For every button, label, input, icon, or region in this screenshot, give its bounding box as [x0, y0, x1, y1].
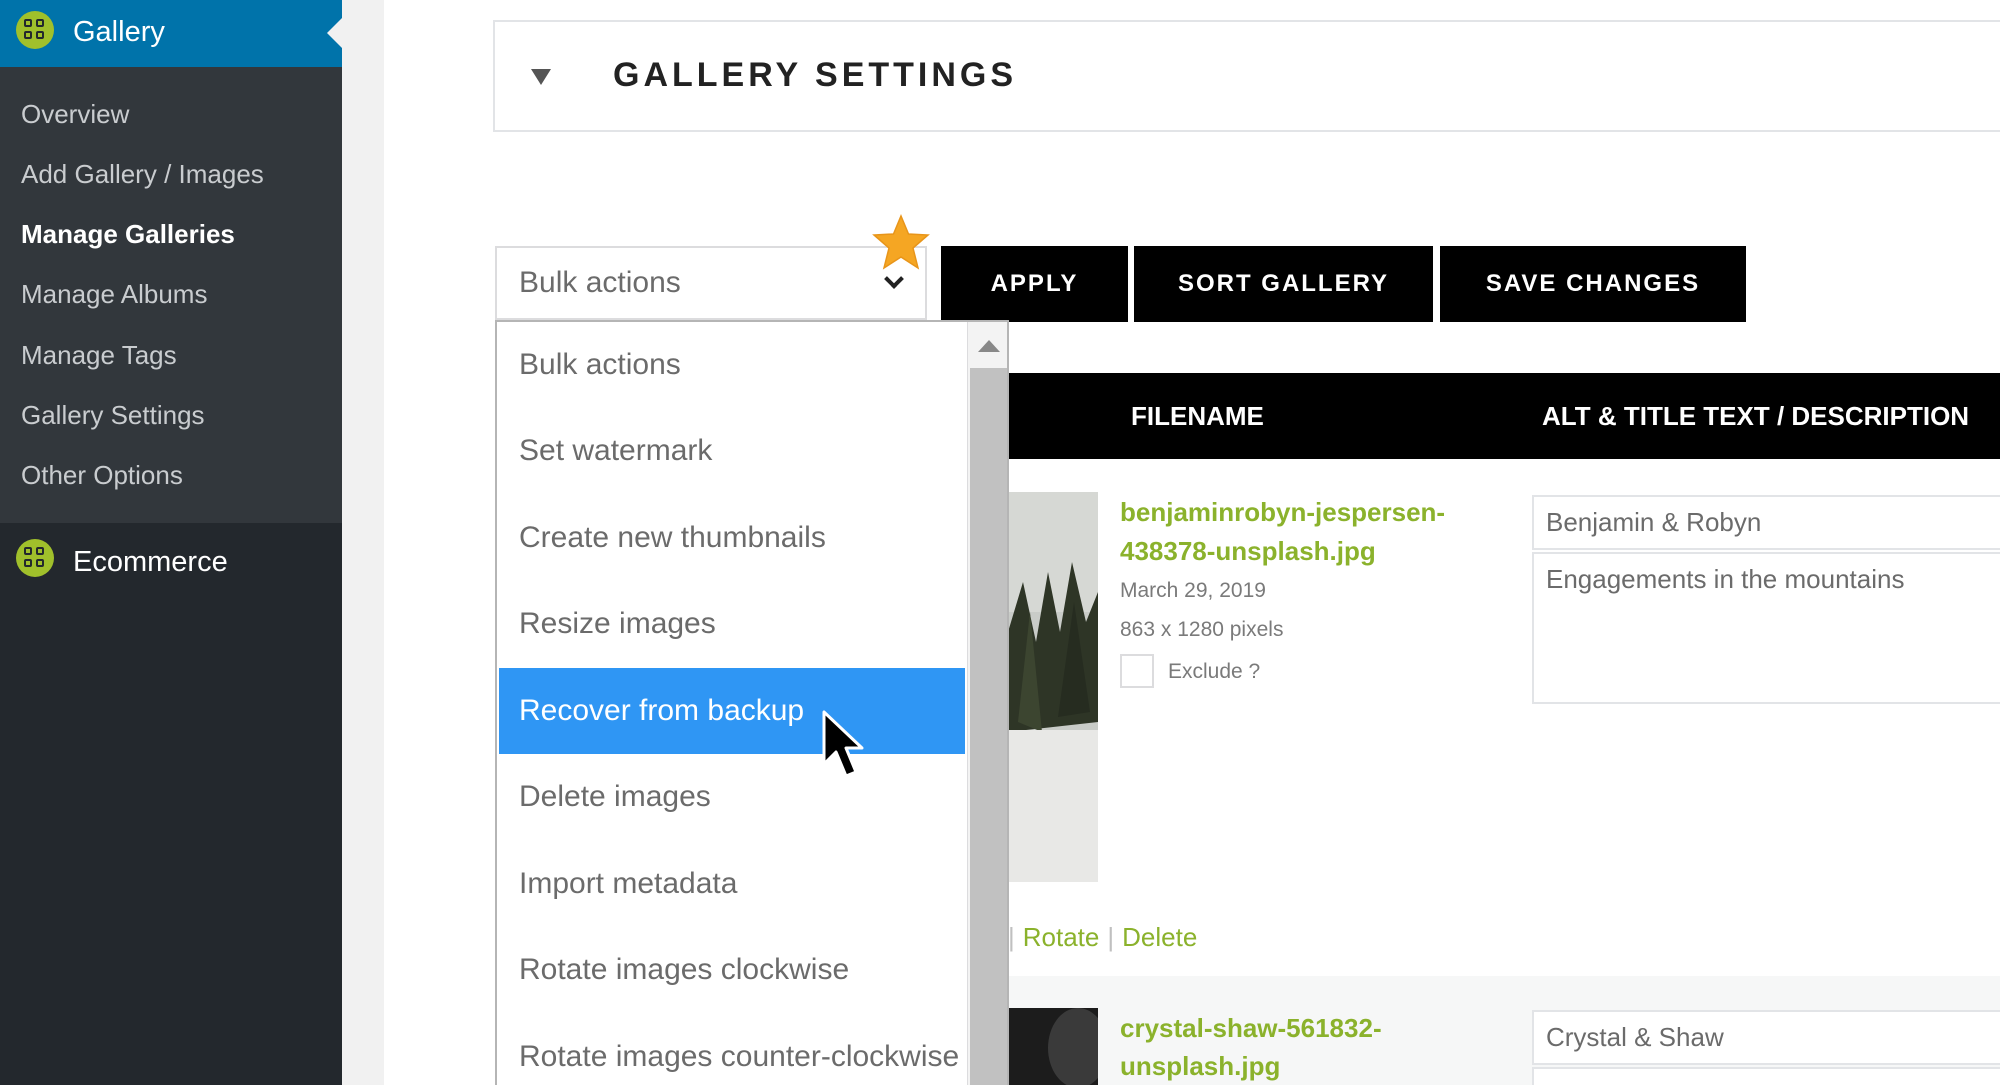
sidebar-item-overview[interactable]: Overview [21, 96, 129, 132]
sidebar-item-manage-galleries[interactable]: Manage Galleries [21, 216, 235, 252]
exclude-checkbox[interactable] [1120, 654, 1154, 688]
thumbnail-image[interactable] [1008, 492, 1098, 882]
alt-title-input[interactable]: Benjamin & Robyn [1532, 495, 2000, 550]
option-bulk-actions[interactable]: Bulk actions [499, 322, 965, 408]
ecommerce-grid-icon [16, 539, 54, 577]
active-menu-arrow [327, 18, 342, 48]
apply-button[interactable]: APPLY [941, 246, 1128, 322]
star-icon [872, 214, 930, 270]
bulk-actions-dropdown[interactable]: Bulk actions Set watermark Create new th… [495, 320, 1009, 1085]
thumbnail-image[interactable] [1008, 1008, 1098, 1085]
bulk-actions-select[interactable]: Bulk actions [495, 246, 927, 320]
triangle-down-icon[interactable] [531, 69, 551, 85]
exclude-label: Exclude ? [1168, 660, 1261, 683]
mouse-pointer-icon [822, 710, 864, 778]
description-textarea[interactable]: Engagements in the mountains [1532, 552, 2000, 704]
sidebar-item-label: Gallery [73, 16, 165, 48]
option-recover-from-backup[interactable]: Recover from backup [499, 668, 965, 754]
sidebar-item-manage-albums[interactable]: Manage Albums [21, 276, 207, 312]
file-name-link-line2[interactable]: unsplash.jpg [1120, 1047, 1280, 1085]
sidebar-item-other-options[interactable]: Other Options [21, 457, 183, 493]
image-date: March 29, 2019 [1120, 579, 1266, 602]
option-delete-images[interactable]: Delete images [499, 754, 965, 840]
gallery-grid-icon [16, 11, 54, 49]
gallery-settings-panel[interactable]: GALLERY SETTINGS [493, 20, 2000, 132]
sidebar-item-gallery[interactable]: Gallery [0, 0, 342, 67]
file-name-link[interactable]: benjaminrobyn-jespersen- [1120, 493, 1445, 532]
gallery-submenu: Overview Add Gallery / Images Manage Gal… [0, 67, 342, 523]
sidebar-item-gallery-settings[interactable]: Gallery Settings [21, 397, 205, 433]
sidebar-item-add-gallery-images[interactable]: Add Gallery / Images [21, 156, 264, 192]
scrollbar-thumb[interactable] [970, 368, 1007, 1085]
delete-link[interactable]: Delete [1122, 922, 1197, 952]
sidebar-item-ecommerce[interactable]: Ecommerce [73, 542, 228, 582]
description-textarea[interactable] [1532, 1067, 2000, 1085]
panel-title: GALLERY SETTINGS [613, 56, 1018, 94]
sidebar-item-manage-tags[interactable]: Manage Tags [21, 337, 177, 373]
alt-title-input[interactable]: Crystal & Shaw [1532, 1010, 2000, 1065]
bulk-actions-value: Bulk actions [519, 266, 681, 299]
rotate-link[interactable]: Rotate [1023, 922, 1100, 952]
column-header-alt-title-description[interactable]: ALT & TITLE TEXT / DESCRIPTION [1542, 401, 1969, 432]
file-name-link-line2[interactable]: 438378-unsplash.jpg [1120, 532, 1376, 571]
save-changes-button[interactable]: SAVE CHANGES [1440, 246, 1746, 322]
option-rotate-counter-clockwise[interactable]: Rotate images counter-clockwise [499, 1014, 965, 1085]
admin-sidebar: Gallery Overview Add Gallery / Images Ma… [0, 0, 342, 1085]
option-resize-images[interactable]: Resize images [499, 581, 965, 667]
column-header-filename[interactable]: FILENAME [1131, 401, 1264, 432]
content-gutter [342, 0, 384, 1085]
row-actions: | Rotate | Delete [1008, 922, 1198, 952]
scroll-up-arrow-icon[interactable] [978, 340, 1000, 352]
option-create-new-thumbnails[interactable]: Create new thumbnails [499, 495, 965, 581]
option-rotate-clockwise[interactable]: Rotate images clockwise [499, 927, 965, 1013]
sort-gallery-button[interactable]: SORT GALLERY [1134, 246, 1433, 322]
chevron-down-icon [884, 269, 904, 289]
dropdown-scrollbar[interactable] [967, 322, 1007, 1085]
option-import-metadata[interactable]: Import metadata [499, 841, 965, 927]
option-set-watermark[interactable]: Set watermark [499, 408, 965, 494]
file-name-link[interactable]: crystal-shaw-561832- [1120, 1009, 1382, 1048]
image-dimensions: 863 x 1280 pixels [1120, 618, 1284, 641]
